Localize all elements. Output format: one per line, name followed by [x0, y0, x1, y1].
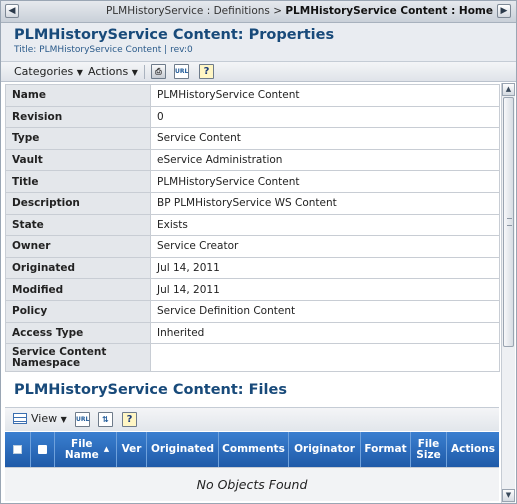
column-originator[interactable]: Originator	[289, 432, 361, 467]
property-value	[150, 343, 500, 373]
property-label: Policy	[5, 299, 151, 323]
files-toolbar: View ▼ URL ⇅ ?	[5, 407, 499, 431]
column-file-size[interactable]: File Size	[411, 432, 447, 467]
view-menu[interactable]: View ▼	[31, 412, 67, 425]
property-row: Owner Service Creator	[5, 235, 500, 258]
property-row: Title PLMHistoryService Content	[5, 170, 500, 193]
categories-menu[interactable]: Categories ▼	[14, 65, 83, 78]
scroll-down-icon[interactable]: ▼	[502, 489, 515, 502]
column-label: File Size	[416, 437, 441, 461]
chevron-left-icon[interactable]: ◀	[5, 4, 19, 18]
printer-icon[interactable]: ⎙	[151, 64, 166, 79]
column-label: Comments	[222, 443, 285, 455]
page-title: PLMHistoryService Content: Properties	[14, 27, 335, 43]
properties-toolbar: Categories ▼ Actions ▼ ⎙ URL ?	[1, 61, 516, 82]
property-label: Originated	[5, 256, 151, 280]
property-value: eService Administration	[150, 148, 500, 172]
column-originated[interactable]: Originated	[147, 432, 219, 467]
chevron-right-icon[interactable]: ▶	[497, 4, 511, 18]
files-table-header: File Name ▲ Ver Originated Comments Origi…	[5, 432, 499, 467]
breadcrumb-bar: ◀ PLMHistoryService : Definitions > PLMH…	[1, 1, 516, 23]
property-value: Service Content	[150, 127, 500, 150]
property-value: Service Definition Content	[150, 299, 500, 323]
files-section-title: PLMHistoryService Content: Files	[14, 382, 287, 398]
vertical-scrollbar[interactable]: ▲ ▼	[501, 83, 515, 503]
column-label: Ver	[121, 443, 142, 455]
column-file-name[interactable]: File Name ▲	[55, 432, 117, 467]
property-label: Modified	[5, 278, 151, 301]
empty-message: No Objects Found	[5, 467, 499, 501]
url-icon[interactable]: URL	[75, 412, 90, 427]
page-subtitle: Title: PLMHistoryService Content | rev:0	[14, 45, 193, 55]
scroll-up-icon[interactable]: ▲	[502, 83, 515, 96]
column-label: Format	[364, 443, 407, 455]
page-header: PLMHistoryService Content: Properties Ti…	[1, 23, 516, 61]
window-frame: ◀ PLMHistoryService : Definitions > PLMH…	[0, 0, 517, 504]
property-value: PLMHistoryService Content	[150, 170, 500, 193]
property-label: Vault	[5, 148, 151, 172]
help-icon[interactable]: ?	[122, 412, 137, 427]
property-value: Jul 14, 2011	[150, 278, 500, 301]
breadcrumb-current: PLMHistoryService Content : Home	[285, 5, 493, 17]
grip-icon	[507, 218, 512, 226]
lock-icon	[38, 445, 47, 454]
property-row: Type Service Content	[5, 127, 500, 150]
scrollbar-thumb[interactable]	[503, 97, 514, 347]
caret-down-icon: ▼	[76, 68, 83, 77]
property-value: Jul 14, 2011	[150, 256, 500, 280]
column-label: File Name	[64, 437, 99, 461]
property-label: Description	[5, 191, 151, 215]
property-label: Revision	[5, 105, 151, 129]
actions-label: Actions	[88, 65, 129, 78]
property-label: Service Content Namespace	[5, 343, 151, 373]
help-icon[interactable]: ?	[199, 64, 214, 79]
property-row: Originated Jul 14, 2011	[5, 256, 500, 280]
view-label: View	[31, 412, 58, 425]
property-label: Type	[5, 127, 151, 150]
lock-column	[31, 432, 55, 467]
table-view-icon[interactable]	[13, 413, 27, 424]
breadcrumb-path[interactable]: PLMHistoryService : Definitions >	[106, 5, 285, 17]
select-all-checkbox[interactable]	[5, 432, 31, 467]
categories-label: Categories	[14, 65, 74, 78]
property-row: Description BP PLMHistoryService WS Conte…	[5, 191, 500, 215]
property-row: Revision 0	[5, 105, 500, 129]
actions-menu[interactable]: Actions ▼	[88, 65, 138, 78]
property-value: Exists	[150, 213, 500, 237]
property-row: Vault eService Administration	[5, 148, 500, 172]
property-value: Inherited	[150, 321, 500, 345]
property-row: Service Content Namespace	[5, 343, 500, 373]
property-value: BP PLMHistoryService WS Content	[150, 191, 500, 215]
column-ver[interactable]: Ver	[117, 432, 147, 467]
property-row: State Exists	[5, 213, 500, 237]
property-label: Name	[5, 84, 151, 107]
property-value: PLMHistoryService Content	[150, 84, 500, 107]
column-label: Originated	[150, 443, 215, 455]
breadcrumb: PLMHistoryService : Definitions > PLMHis…	[23, 5, 493, 17]
checkbox-icon	[13, 445, 22, 454]
property-row: Modified Jul 14, 2011	[5, 278, 500, 301]
caret-down-icon: ▼	[60, 415, 67, 424]
sort-asc-icon: ▲	[103, 445, 110, 453]
property-value: 0	[150, 105, 500, 129]
column-label: Actions	[451, 443, 495, 455]
column-label: Originator	[294, 443, 355, 455]
property-row: Policy Service Definition Content	[5, 299, 500, 323]
property-label: Title	[5, 170, 151, 193]
property-value: Service Creator	[150, 235, 500, 258]
column-actions[interactable]: Actions	[447, 432, 499, 467]
property-row: Name PLMHistoryService Content	[5, 84, 500, 107]
property-row: Access Type Inherited	[5, 321, 500, 345]
properties-table: Name PLMHistoryService Content Revision 0 Ty…	[5, 84, 500, 373]
property-label: Owner	[5, 235, 151, 258]
url-icon[interactable]: URL	[174, 64, 189, 79]
property-label: Access Type	[5, 321, 151, 345]
caret-down-icon: ▼	[131, 68, 138, 77]
toolbar-divider	[144, 65, 145, 79]
column-format[interactable]: Format	[361, 432, 411, 467]
sort-icon[interactable]: ⇅	[98, 412, 113, 427]
column-comments[interactable]: Comments	[219, 432, 289, 467]
property-label: State	[5, 213, 151, 237]
